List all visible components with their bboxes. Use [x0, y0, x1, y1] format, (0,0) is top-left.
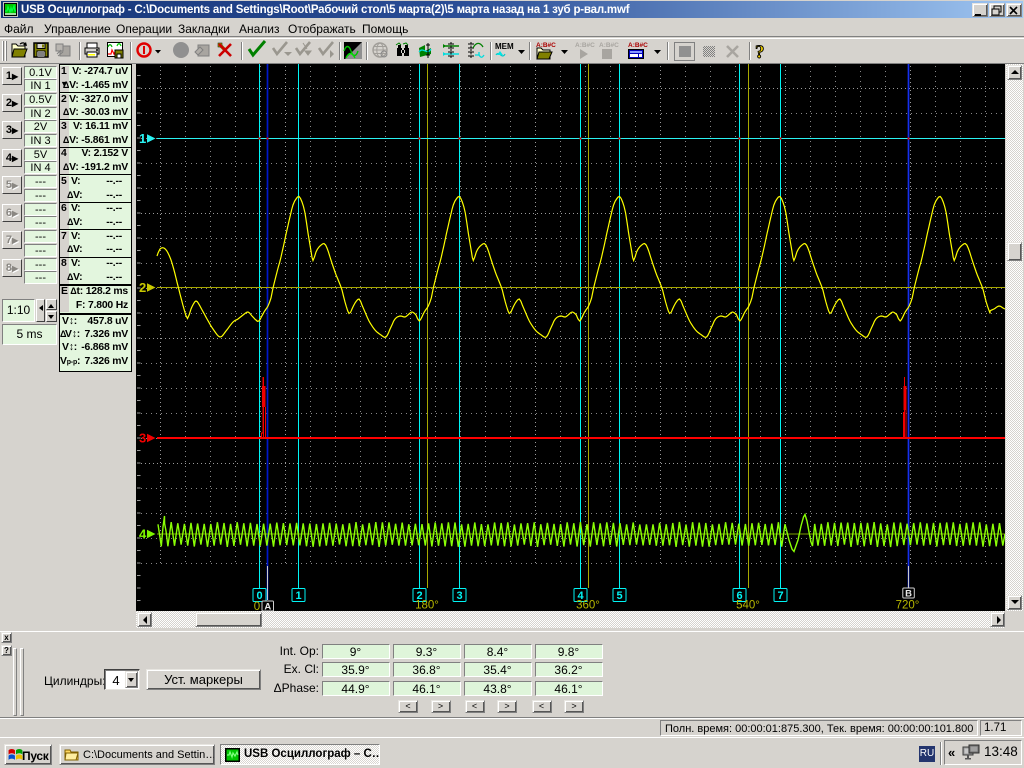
svg-text:720°: 720°: [896, 600, 920, 612]
svg-text:A:B#C: A:B#C: [599, 42, 619, 49]
svg-text:A:B#C: A:B#C: [575, 42, 595, 49]
svg-text:0: 0: [254, 601, 260, 611]
svg-text:?: ?: [755, 42, 765, 63]
svg-text:1: 1: [139, 131, 146, 146]
svg-text:4: 4: [139, 527, 147, 542]
svg-text:360°: 360°: [576, 600, 600, 612]
svg-text:B: B: [905, 589, 912, 600]
svg-text:3: 3: [456, 590, 462, 602]
svg-text:5: 5: [616, 590, 622, 602]
svg-text:540°: 540°: [736, 600, 760, 612]
svg-text:A: A: [264, 602, 271, 612]
svg-text:7: 7: [777, 590, 783, 602]
svg-text:A:B#C: A:B#C: [628, 42, 648, 49]
svg-text:MEM: MEM: [495, 42, 514, 51]
svg-text:3: 3: [139, 431, 146, 446]
svg-text:2: 2: [139, 280, 146, 295]
svg-text:1: 1: [295, 590, 301, 602]
svg-text:180°: 180°: [415, 600, 439, 612]
